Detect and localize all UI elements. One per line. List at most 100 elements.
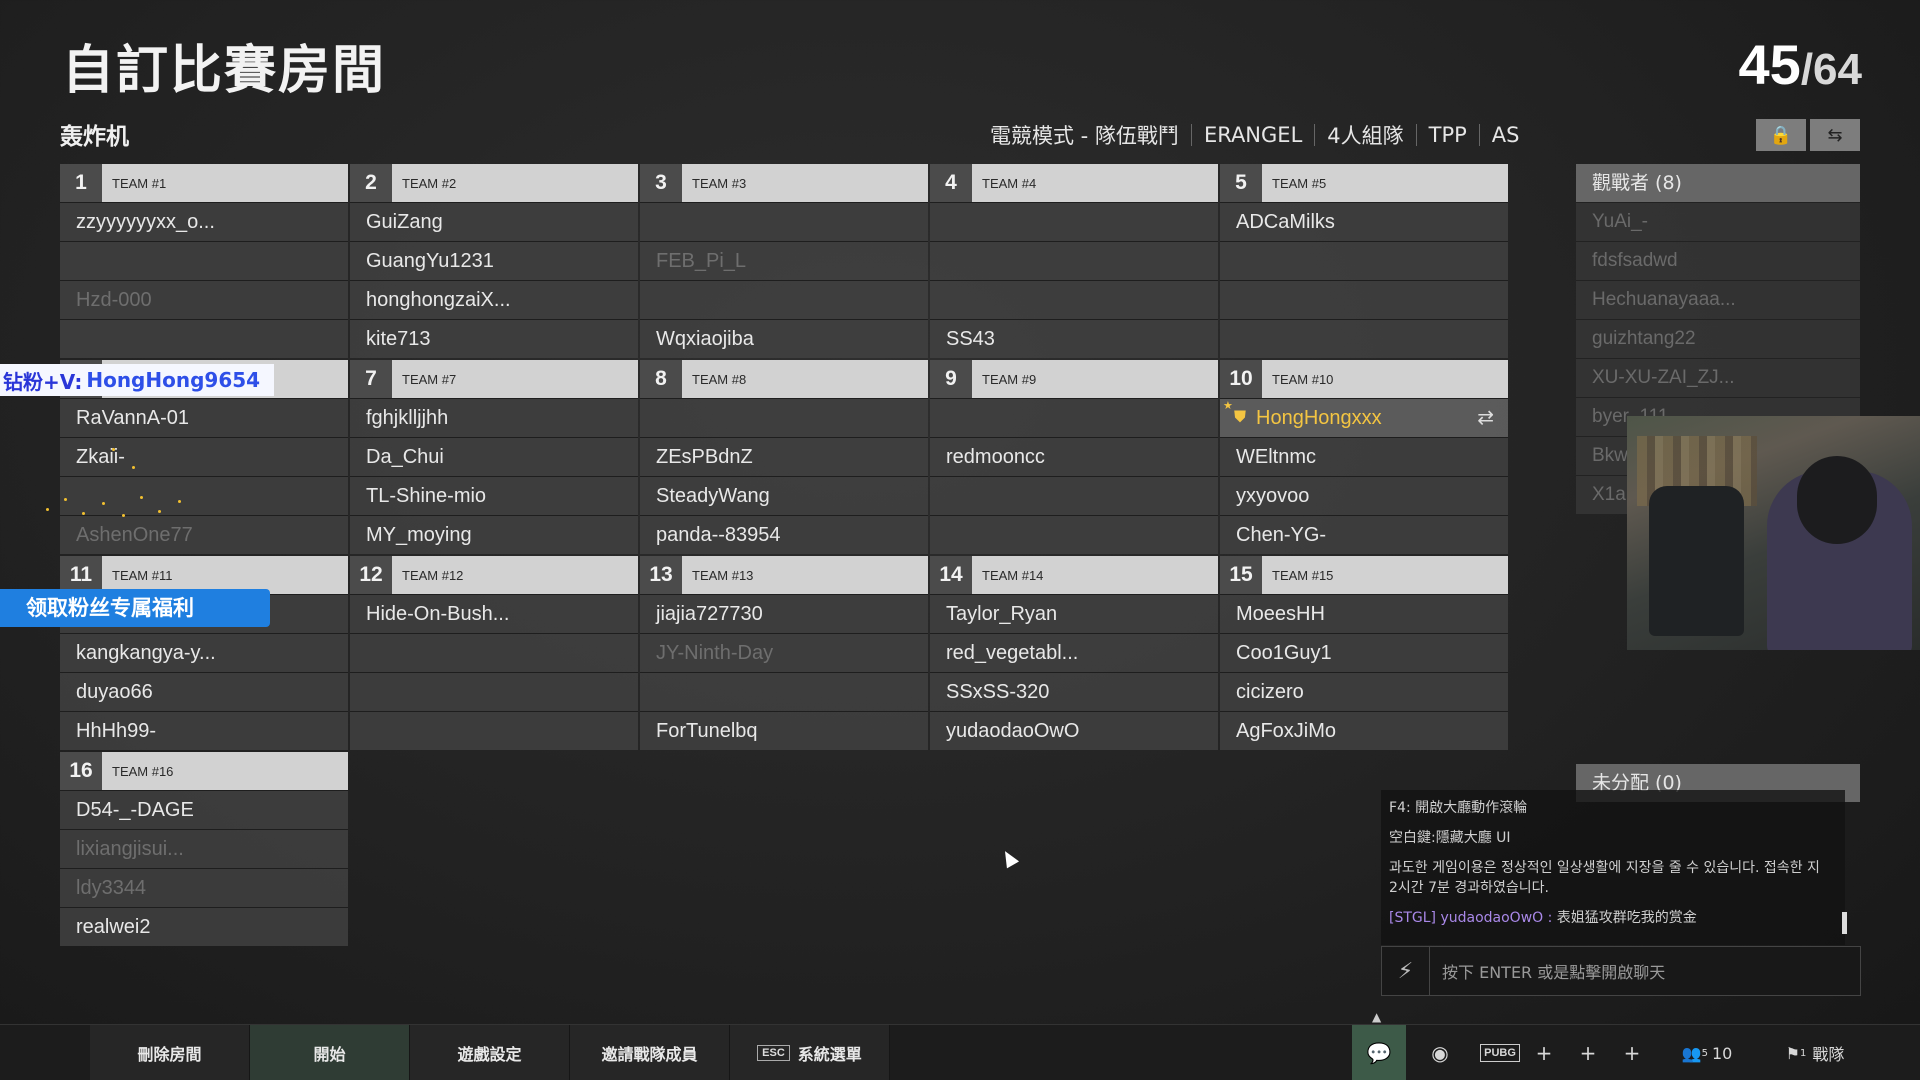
player-slot[interactable]: D54-_-DAGE bbox=[60, 790, 348, 829]
player-slot[interactable] bbox=[350, 672, 638, 711]
player-slot[interactable]: GuangYu1231 bbox=[350, 241, 638, 280]
swap-icon[interactable]: ⇄ bbox=[1477, 399, 1494, 437]
player-slot[interactable] bbox=[60, 319, 348, 358]
player-slot[interactable]: lixiangjisui... bbox=[60, 829, 348, 868]
player-slot[interactable] bbox=[640, 280, 928, 319]
team-header[interactable]: 12 TEAM #12 bbox=[350, 556, 638, 594]
team-header[interactable]: 9 TEAM #9 bbox=[930, 360, 1218, 398]
observers-title[interactable]: 觀戰者 (8) bbox=[1576, 164, 1860, 202]
friends-button[interactable]: 👥 5 10 bbox=[1672, 1025, 1742, 1080]
player-slot[interactable]: GuiZang bbox=[350, 202, 638, 241]
player-slot[interactable]: ADCaMilks bbox=[1220, 202, 1508, 241]
player-slot[interactable]: SteadyWang bbox=[640, 476, 928, 515]
player-slot[interactable]: WEltnmc bbox=[1220, 437, 1508, 476]
clan-button[interactable]: ⚑ 1 戰隊 bbox=[1770, 1025, 1860, 1080]
player-slot[interactable]: MY_moying bbox=[350, 515, 638, 554]
plus-icon[interactable]: + bbox=[1524, 1025, 1564, 1080]
player-slot[interactable]: yudaodaoOwO bbox=[930, 711, 1218, 750]
player-slot[interactable] bbox=[1220, 241, 1508, 280]
swap-button[interactable]: ⇆ bbox=[1810, 119, 1860, 151]
player-slot[interactable]: cicizero bbox=[1220, 672, 1508, 711]
player-slot[interactable]: ZEsPBdnZ bbox=[640, 437, 928, 476]
player-slot[interactable]: FEB_Pi_L bbox=[640, 241, 928, 280]
chat-scrollbar[interactable] bbox=[1842, 912, 1847, 934]
player-slot[interactable]: TL-Shine-mio bbox=[350, 476, 638, 515]
emote-icon[interactable]: ◉ bbox=[1414, 1025, 1466, 1080]
player-slot[interactable]: panda--83954 bbox=[640, 515, 928, 554]
team-header[interactable]: 10 TEAM #10 bbox=[1220, 360, 1508, 398]
player-slot[interactable]: Da_Chui bbox=[350, 437, 638, 476]
player-slot[interactable]: Zkaii- bbox=[60, 437, 348, 476]
player-slot[interactable]: Hzd-000 bbox=[60, 280, 348, 319]
player-slot[interactable] bbox=[930, 241, 1218, 280]
team-header[interactable]: 4 TEAM #4 bbox=[930, 164, 1218, 202]
team-header[interactable]: 16 TEAM #16 bbox=[60, 752, 348, 790]
player-slot[interactable] bbox=[640, 202, 928, 241]
lock-button[interactable]: 🔒 bbox=[1756, 119, 1806, 151]
player-slot[interactable]: duyao66 bbox=[60, 672, 348, 711]
player-slot[interactable]: zzyyyyyyxx_o... bbox=[60, 202, 348, 241]
player-slot[interactable]: HhHh99- bbox=[60, 711, 348, 750]
team-header[interactable]: 5 TEAM #5 bbox=[1220, 164, 1508, 202]
player-slot[interactable] bbox=[350, 633, 638, 672]
player-slot[interactable] bbox=[60, 241, 348, 280]
team-header[interactable]: 15 TEAM #15 bbox=[1220, 556, 1508, 594]
player-slot[interactable] bbox=[930, 515, 1218, 554]
team-header[interactable]: 7 TEAM #7 bbox=[350, 360, 638, 398]
system-menu-button[interactable]: ESC 系統選單 bbox=[730, 1025, 890, 1080]
player-slot[interactable]: MoeesHH bbox=[1220, 594, 1508, 633]
team-header[interactable]: 14 TEAM #14 bbox=[930, 556, 1218, 594]
start-button[interactable]: 開始 bbox=[250, 1025, 410, 1080]
player-slot[interactable]: SS43 bbox=[930, 319, 1218, 358]
player-slot[interactable]: SSxSS-320 bbox=[930, 672, 1218, 711]
chevron-up-icon[interactable]: ▲ bbox=[1372, 1010, 1381, 1024]
player-slot[interactable]: Chen-YG- bbox=[1220, 515, 1508, 554]
plus-icon[interactable]: + bbox=[1612, 1025, 1652, 1080]
player-slot[interactable]: Coo1Guy1 bbox=[1220, 633, 1508, 672]
team-header[interactable]: 13 TEAM #13 bbox=[640, 556, 928, 594]
observer-row[interactable]: XU-XU-ZAI_ZJ... bbox=[1576, 358, 1860, 397]
pubg-button[interactable]: PUBG bbox=[1478, 1025, 1522, 1080]
chat-icon[interactable]: 💬 bbox=[1352, 1025, 1406, 1080]
player-slot[interactable]: jiajia727730 bbox=[640, 594, 928, 633]
player-slot[interactable] bbox=[640, 398, 928, 437]
player-slot-self[interactable]: ★ ⛊ HongHongxxx ⇄ bbox=[1220, 398, 1508, 437]
player-slot[interactable]: honghongzaiX... bbox=[350, 280, 638, 319]
player-slot[interactable] bbox=[350, 711, 638, 750]
player-slot[interactable] bbox=[1220, 319, 1508, 358]
player-slot[interactable]: JY-Ninth-Day bbox=[640, 633, 928, 672]
delete-room-button[interactable]: 刪除房間 bbox=[90, 1025, 250, 1080]
player-slot[interactable]: RaVannA-01 bbox=[60, 398, 348, 437]
player-slot[interactable] bbox=[930, 280, 1218, 319]
player-slot[interactable] bbox=[930, 398, 1218, 437]
player-slot[interactable]: AgFoxJiMo bbox=[1220, 711, 1508, 750]
player-slot[interactable]: Taylor_Ryan bbox=[930, 594, 1218, 633]
plus-icon[interactable]: + bbox=[1568, 1025, 1608, 1080]
observer-row[interactable]: YuAi_- bbox=[1576, 202, 1860, 241]
invite-clan-button[interactable]: 邀請戰隊成員 bbox=[570, 1025, 730, 1080]
player-slot[interactable]: red_vegetabl... bbox=[930, 633, 1218, 672]
team-header[interactable]: 8 TEAM #8 bbox=[640, 360, 928, 398]
player-slot[interactable]: realwei2 bbox=[60, 907, 348, 946]
player-slot[interactable]: kangkangya-y... bbox=[60, 633, 348, 672]
player-slot[interactable]: fghjklljjhh bbox=[350, 398, 638, 437]
game-settings-button[interactable]: 遊戲設定 bbox=[410, 1025, 570, 1080]
player-slot[interactable] bbox=[930, 476, 1218, 515]
player-slot[interactable]: Hide-On-Bush... bbox=[350, 594, 638, 633]
player-slot[interactable]: ForTunelbq bbox=[640, 711, 928, 750]
player-slot[interactable] bbox=[930, 202, 1218, 241]
team-header[interactable]: 1 TEAM #1 bbox=[60, 164, 348, 202]
player-slot[interactable] bbox=[1220, 280, 1508, 319]
observer-row[interactable]: Hechuanayaaa... bbox=[1576, 280, 1860, 319]
player-slot[interactable]: ldy3344 bbox=[60, 868, 348, 907]
observer-row[interactable]: guizhtang22 bbox=[1576, 319, 1860, 358]
player-slot[interactable]: redmooncc bbox=[930, 437, 1218, 476]
chat-input[interactable]: ⚡ 按下 ENTER 或是點擊開啟聊天 bbox=[1381, 946, 1861, 996]
bolt-icon[interactable]: ⚡ bbox=[1382, 947, 1430, 995]
player-slot[interactable]: yxyovoo bbox=[1220, 476, 1508, 515]
team-header[interactable]: 3 TEAM #3 bbox=[640, 164, 928, 202]
team-header[interactable]: 2 TEAM #2 bbox=[350, 164, 638, 202]
player-slot[interactable] bbox=[640, 672, 928, 711]
player-slot[interactable]: kite713 bbox=[350, 319, 638, 358]
player-slot[interactable]: Wqxiaojiba bbox=[640, 319, 928, 358]
